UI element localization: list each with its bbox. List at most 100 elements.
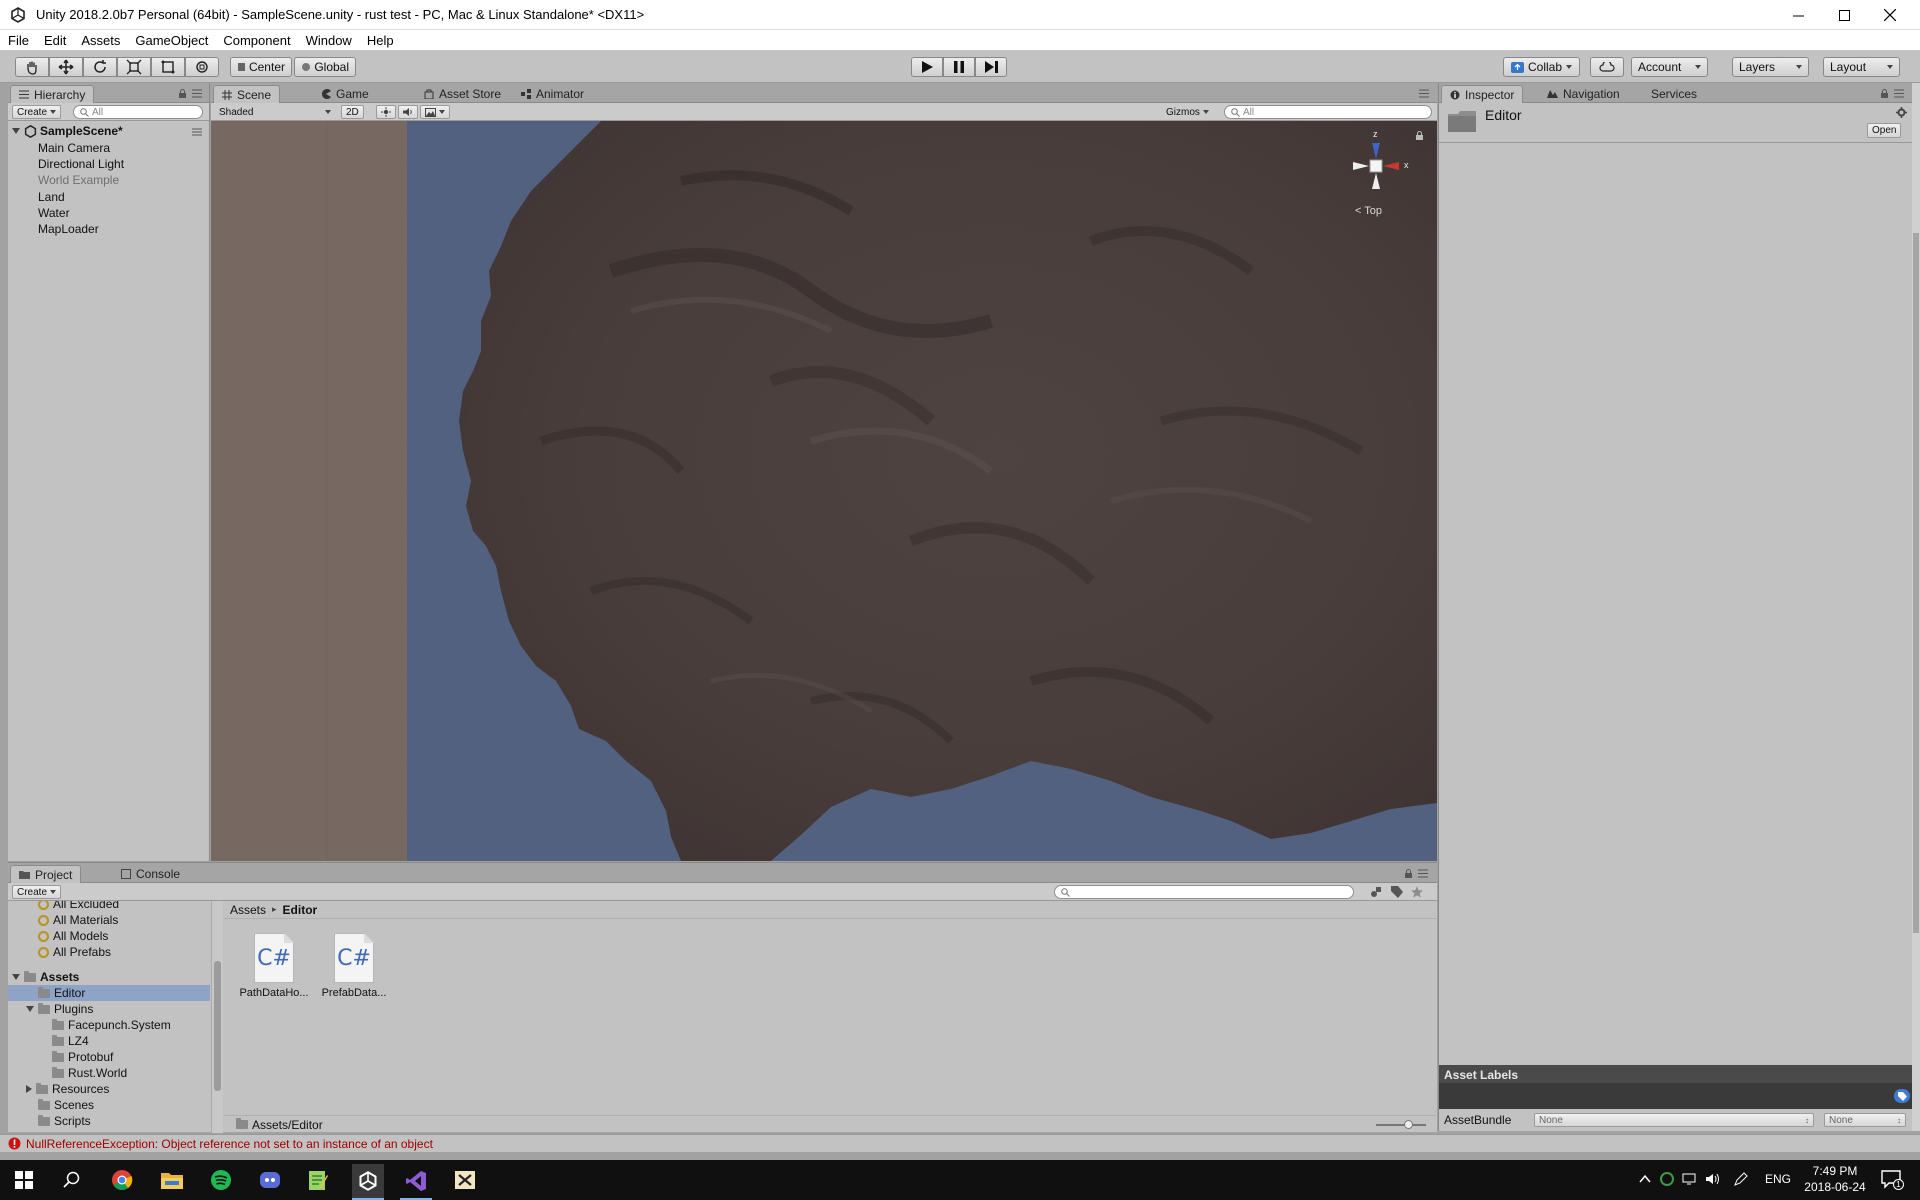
window-right-scrollbar-thumb[interactable] bbox=[1913, 233, 1919, 933]
project-create-button[interactable]: Create bbox=[12, 885, 62, 899]
scene-audio-button[interactable] bbox=[398, 105, 418, 119]
taskbar-notepad[interactable] bbox=[302, 1164, 334, 1196]
close-button[interactable] bbox=[1867, 0, 1913, 30]
tab-console[interactable]: Console bbox=[113, 865, 188, 883]
rotate-tool-button[interactable] bbox=[83, 57, 117, 77]
asset-bundle-dropdown[interactable]: None ↕ bbox=[1534, 1113, 1814, 1127]
tree-item-protobuf[interactable]: Protobuf bbox=[52, 1049, 113, 1065]
filter-by-type-icon[interactable] bbox=[1370, 886, 1382, 898]
taskbar-visual-studio[interactable] bbox=[400, 1164, 432, 1200]
minimize-button[interactable] bbox=[1775, 0, 1821, 30]
status-bar[interactable]: NullReferenceException: Object reference… bbox=[0, 1134, 1920, 1152]
icon-size-slider-thumb[interactable] bbox=[1404, 1120, 1413, 1129]
tree-scrollbar-thumb[interactable] bbox=[214, 961, 221, 1091]
language-indicator[interactable]: ENG bbox=[1765, 1172, 1791, 1186]
open-button[interactable]: Open bbox=[1867, 123, 1902, 138]
tab-inspector[interactable]: Inspector bbox=[1441, 85, 1524, 103]
rect-tool-button[interactable] bbox=[151, 57, 185, 77]
tree-assets-root[interactable]: Assets bbox=[12, 969, 79, 985]
tray-shield-icon[interactable] bbox=[1660, 1172, 1674, 1189]
lock-icon[interactable] bbox=[1880, 89, 1889, 98]
tab-game[interactable]: Game bbox=[313, 85, 377, 103]
icon-size-slider[interactable] bbox=[1376, 1120, 1426, 1129]
tree-item-lz4[interactable]: LZ4 bbox=[52, 1033, 89, 1049]
step-button[interactable] bbox=[975, 57, 1007, 77]
project-search-input[interactable] bbox=[1054, 885, 1354, 899]
network-icon[interactable] bbox=[1682, 1172, 1698, 1189]
scene-root-row[interactable]: SampleScene* bbox=[12, 123, 123, 139]
menu-assets[interactable]: Assets bbox=[81, 33, 120, 48]
tab-asset-store[interactable]: Asset Store bbox=[416, 85, 509, 103]
taskbar-chrome[interactable] bbox=[106, 1164, 138, 1196]
space-global-button[interactable]: Global bbox=[294, 57, 356, 77]
breadcrumb-editor[interactable]: Editor bbox=[283, 903, 318, 917]
file-pathdataholder[interactable]: C# PathDataHo... bbox=[236, 933, 312, 999]
favorite-all-excluded[interactable]: All Excluded bbox=[38, 901, 119, 912]
tree-item-scripts[interactable]: Scripts bbox=[38, 1113, 91, 1129]
orientation-gizmo[interactable]: z x < Top bbox=[1341, 129, 1421, 217]
scene-search-input[interactable]: All bbox=[1224, 105, 1432, 119]
hierarchy-item-land[interactable]: Land bbox=[38, 189, 65, 205]
tree-scrollbar[interactable] bbox=[211, 901, 223, 1133]
hierarchy-item-directional-light[interactable]: Directional Light bbox=[38, 156, 124, 172]
asset-label-tag-button[interactable] bbox=[1894, 1089, 1910, 1103]
panel-menu-icon[interactable] bbox=[1418, 869, 1428, 878]
scene-effects-dropdown[interactable] bbox=[420, 105, 450, 119]
favorite-all-models[interactable]: All Models bbox=[38, 928, 108, 944]
expand-arrow-icon[interactable] bbox=[12, 128, 20, 134]
panel-menu-icon[interactable] bbox=[192, 89, 202, 98]
hierarchy-create-button[interactable]: Create bbox=[12, 105, 62, 119]
tree-item-editor[interactable]: Editor bbox=[8, 985, 210, 1001]
taskbar-discord[interactable] bbox=[254, 1164, 286, 1196]
tab-scene[interactable]: Scene bbox=[213, 85, 281, 103]
move-tool-button[interactable] bbox=[49, 57, 83, 77]
tab-navigation[interactable]: Navigation bbox=[1539, 85, 1628, 103]
action-center-button[interactable]: 1 bbox=[1880, 1168, 1904, 1192]
hierarchy-item-main-camera[interactable]: Main Camera bbox=[38, 140, 110, 156]
menu-file[interactable]: File bbox=[8, 33, 29, 48]
hand-tool-button[interactable] bbox=[15, 57, 49, 77]
taskbar-xbox-app[interactable] bbox=[449, 1164, 481, 1196]
cloud-button[interactable] bbox=[1590, 57, 1624, 77]
tab-animator[interactable]: Animator bbox=[513, 85, 592, 103]
scene-lighting-button[interactable] bbox=[376, 105, 396, 119]
favorite-all-prefabs[interactable]: All Prefabs bbox=[38, 944, 111, 960]
scale-tool-button[interactable] bbox=[117, 57, 151, 77]
tab-services[interactable]: Services bbox=[1643, 85, 1705, 103]
layers-dropdown[interactable]: Layers bbox=[1732, 57, 1809, 77]
maximize-button[interactable] bbox=[1821, 0, 1867, 30]
volume-icon[interactable] bbox=[1706, 1172, 1722, 1189]
expand-arrow-icon[interactable] bbox=[12, 974, 20, 980]
collab-dropdown[interactable]: Collab bbox=[1503, 57, 1580, 77]
asset-variant-dropdown[interactable]: None ↕ bbox=[1824, 1113, 1906, 1127]
layout-dropdown[interactable]: Layout bbox=[1823, 57, 1900, 77]
gizmos-dropdown[interactable]: Gizmos bbox=[1162, 105, 1213, 119]
lock-icon[interactable] bbox=[178, 89, 187, 98]
tree-item-facepunch-system[interactable]: Facepunch.System bbox=[52, 1017, 171, 1033]
gizmo-view-label[interactable]: < Top bbox=[1355, 205, 1382, 217]
show-hidden-icons-button[interactable] bbox=[1638, 1172, 1652, 1186]
star-icon[interactable] bbox=[1411, 886, 1423, 898]
taskbar-search-button[interactable] bbox=[56, 1164, 88, 1196]
panel-menu-icon[interactable] bbox=[1419, 89, 1429, 98]
gizmo-lock-icon[interactable] bbox=[1415, 131, 1424, 140]
menu-component[interactable]: Component bbox=[223, 33, 290, 48]
tab-hierarchy[interactable]: Hierarchy bbox=[10, 85, 95, 103]
toggle-2d-button[interactable]: 2D bbox=[341, 105, 364, 119]
gear-icon[interactable] bbox=[1896, 107, 1907, 118]
menu-gameobject[interactable]: GameObject bbox=[135, 33, 208, 48]
expand-arrow-icon[interactable] bbox=[26, 1006, 34, 1012]
taskbar-file-explorer[interactable] bbox=[156, 1164, 188, 1196]
shading-mode-dropdown[interactable]: Shaded bbox=[215, 105, 335, 119]
menu-help[interactable]: Help bbox=[367, 33, 394, 48]
scene-viewport[interactable]: z x < Top bbox=[211, 121, 1437, 861]
taskbar-spotify[interactable] bbox=[205, 1164, 237, 1196]
tree-item-plugins[interactable]: Plugins bbox=[26, 1001, 93, 1017]
hierarchy-item-water[interactable]: Water bbox=[38, 205, 70, 221]
play-button[interactable] bbox=[911, 57, 943, 77]
clock[interactable]: 7:49 PM 2018-06-24 bbox=[1800, 1163, 1870, 1195]
file-prefabdata[interactable]: C# PrefabData... bbox=[316, 933, 392, 999]
tab-project[interactable]: Project bbox=[10, 865, 82, 883]
breadcrumb-assets[interactable]: Assets bbox=[230, 903, 266, 917]
collapse-arrow-icon[interactable] bbox=[26, 1085, 32, 1093]
